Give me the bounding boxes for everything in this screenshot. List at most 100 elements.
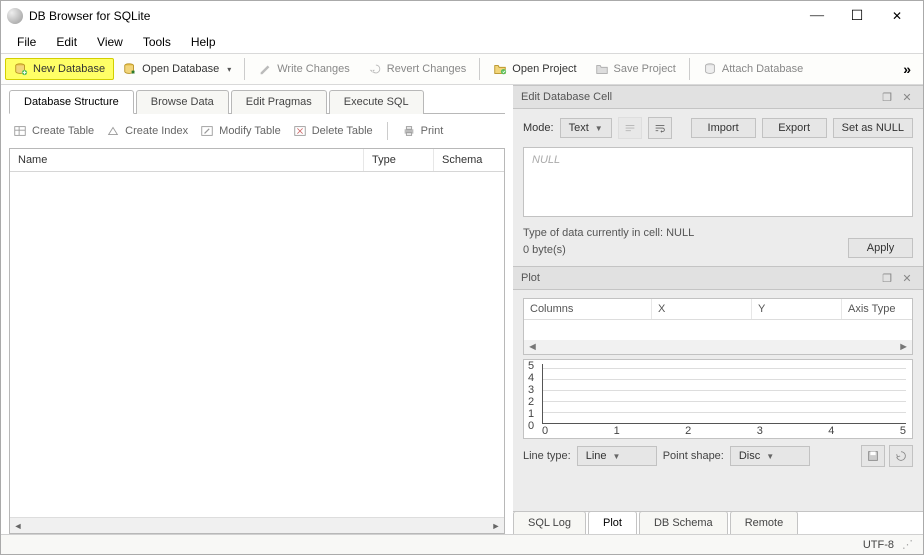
save-project-label: Save Project: [614, 63, 676, 75]
scroll-right-icon[interactable]: ►: [488, 521, 504, 531]
cell-type-info: Type of data currently in cell: NULL: [523, 225, 838, 242]
status-bar: UTF-8 ⋰: [1, 534, 923, 554]
cell-size-info: 0 byte(s): [523, 242, 838, 259]
y-tick: 4: [528, 372, 534, 384]
tree-header-name[interactable]: Name: [10, 149, 364, 171]
write-changes-button[interactable]: Write Changes: [249, 58, 359, 80]
x-tick: 5: [900, 425, 906, 437]
scroll-left-icon[interactable]: ◄: [527, 341, 538, 353]
plot-col-axis-type[interactable]: Axis Type: [842, 299, 912, 319]
panel-undock-icon[interactable]: ❐: [879, 271, 895, 285]
mode-select[interactable]: Text ▼: [560, 118, 612, 138]
menu-bar: File Edit View Tools Help: [1, 31, 923, 53]
chevron-down-icon[interactable]: ▾: [227, 65, 231, 74]
toolbar-overflow-button[interactable]: »: [895, 61, 919, 77]
x-tick: 1: [614, 425, 620, 437]
menu-file[interactable]: File: [7, 32, 46, 52]
plot-grid: [542, 364, 906, 424]
tab-sql-log[interactable]: SQL Log: [513, 511, 586, 534]
left-tab-bar: Database Structure Browse Data Edit Prag…: [9, 89, 505, 114]
revert-changes-button[interactable]: Revert Changes: [359, 58, 476, 80]
tab-plot[interactable]: Plot: [588, 511, 637, 534]
open-project-button[interactable]: Open Project: [484, 58, 585, 80]
window-minimize-button[interactable]: —: [797, 2, 837, 30]
tab-execute-sql[interactable]: Execute SQL: [329, 90, 424, 114]
create-index-icon: [106, 124, 120, 138]
new-database-button[interactable]: New Database: [5, 58, 114, 80]
export-button[interactable]: Export: [762, 118, 827, 138]
edit-cell-panel-title[interactable]: Edit Database Cell ❐ ✕: [513, 85, 923, 109]
point-shape-select[interactable]: Disc ▼: [730, 446, 810, 466]
menu-edit[interactable]: Edit: [46, 32, 87, 52]
schema-tree-table[interactable]: Name Type Schema ◄ ►: [9, 148, 505, 534]
revert-changes-icon: [368, 62, 382, 76]
refresh-plot-button[interactable]: [889, 445, 913, 467]
right-pane: Edit Database Cell ❐ ✕ Mode: Text ▼ Impo…: [513, 85, 923, 534]
app-icon: [7, 8, 23, 24]
tab-browse-data[interactable]: Browse Data: [136, 90, 229, 114]
horizontal-scrollbar[interactable]: ◄►: [524, 340, 912, 354]
open-database-label: Open Database: [142, 63, 219, 75]
toolbar-separator: [244, 58, 245, 80]
create-index-button[interactable]: Create Index: [106, 124, 188, 138]
set-null-button[interactable]: Set as NULL: [833, 118, 913, 138]
save-plot-button[interactable]: [861, 445, 885, 467]
plot-col-y[interactable]: Y: [752, 299, 842, 319]
tab-remote[interactable]: Remote: [730, 511, 799, 534]
attach-database-button[interactable]: Attach Database: [694, 58, 812, 80]
x-tick: 2: [685, 425, 691, 437]
line-type-select[interactable]: Line ▼: [577, 446, 657, 466]
open-database-icon: [123, 62, 137, 76]
window-maximize-button[interactable]: ☐: [837, 2, 877, 30]
tree-header-type[interactable]: Type: [364, 149, 434, 171]
resize-grip-icon[interactable]: ⋰: [902, 538, 913, 551]
print-button[interactable]: Print: [402, 124, 444, 138]
panel-close-icon[interactable]: ✕: [899, 271, 915, 285]
attach-database-icon: [703, 62, 717, 76]
plot-canvas[interactable]: 5 4 3 2 1 0 0 1 2 3 4 5: [523, 359, 913, 439]
wrap-text-button[interactable]: [648, 117, 672, 139]
plot-panel-title[interactable]: Plot ❐ ✕: [513, 266, 923, 290]
panel-close-icon[interactable]: ✕: [899, 90, 915, 104]
plot-col-x[interactable]: X: [652, 299, 752, 319]
format-text-button[interactable]: [618, 117, 642, 139]
plot-col-columns[interactable]: Columns: [524, 299, 652, 319]
horizontal-scrollbar[interactable]: ◄ ►: [10, 517, 504, 533]
tab-db-schema[interactable]: DB Schema: [639, 511, 728, 534]
tree-header-schema[interactable]: Schema: [434, 149, 504, 171]
print-icon: [402, 124, 416, 138]
plot-x-axis: 0 1 2 3 4 5: [542, 425, 906, 437]
create-table-label: Create Table: [32, 125, 94, 137]
apply-button[interactable]: Apply: [848, 238, 913, 258]
save-project-button[interactable]: Save Project: [586, 58, 685, 80]
y-tick: 2: [528, 396, 534, 408]
edit-cell-title-label: Edit Database Cell: [521, 91, 875, 103]
open-project-label: Open Project: [512, 63, 576, 75]
x-tick: 3: [757, 425, 763, 437]
modify-table-button[interactable]: Modify Table: [200, 124, 281, 138]
scroll-left-icon[interactable]: ◄: [10, 521, 26, 531]
tab-edit-pragmas[interactable]: Edit Pragmas: [231, 90, 327, 114]
delete-table-button[interactable]: Delete Table: [293, 124, 373, 138]
open-database-button[interactable]: Open Database ▾: [114, 58, 240, 80]
tab-database-structure[interactable]: Database Structure: [9, 90, 134, 114]
menu-view[interactable]: View: [87, 32, 133, 52]
window-close-button[interactable]: ✕: [877, 2, 917, 30]
write-changes-icon: [258, 62, 272, 76]
modify-table-icon: [200, 124, 214, 138]
import-button[interactable]: Import: [691, 118, 756, 138]
revert-changes-label: Revert Changes: [387, 63, 467, 75]
toolbar-separator: [387, 122, 388, 140]
status-encoding: UTF-8: [863, 539, 894, 551]
bottom-tab-bar: SQL Log Plot DB Schema Remote: [513, 511, 923, 534]
tree-header: Name Type Schema: [10, 149, 504, 172]
create-table-button[interactable]: Create Table: [13, 124, 94, 138]
menu-tools[interactable]: Tools: [133, 32, 181, 52]
save-project-icon: [595, 62, 609, 76]
plot-columns-table[interactable]: Columns X Y Axis Type ◄►: [523, 298, 913, 355]
toolbar-separator: [479, 58, 480, 80]
cell-editor[interactable]: NULL: [523, 147, 913, 217]
menu-help[interactable]: Help: [181, 32, 226, 52]
scroll-right-icon[interactable]: ►: [898, 341, 909, 353]
panel-undock-icon[interactable]: ❐: [879, 90, 895, 104]
